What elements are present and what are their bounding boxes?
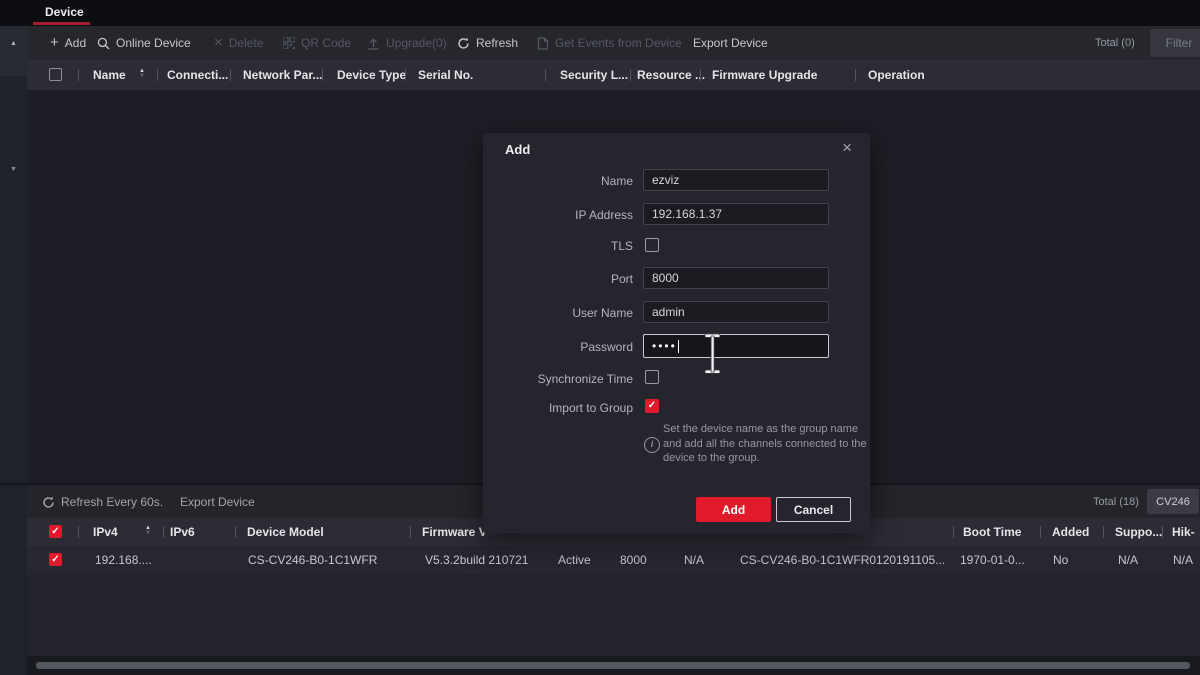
upload-icon [367,37,380,50]
plus-icon: + [50,36,59,50]
sort-desc-icon: ▼ [145,531,151,536]
device-model-filter-button[interactable]: CV246 [1147,489,1199,514]
col-name: Name [93,68,126,82]
ip-address-field[interactable] [643,203,829,225]
dialog-add-button[interactable]: Add [696,497,771,522]
qr-code-button[interactable]: QR Code [283,26,351,60]
check-icon: ✓ [51,554,59,565]
horizontal-scrollbar-thumb[interactable] [36,662,1190,669]
check-icon: ✓ [648,400,656,411]
col-support: Suppo... [1115,525,1162,539]
online-export-device-button[interactable]: Export Device [180,485,255,518]
col-firmware-upgrade: Firmware Upgrade [712,68,817,82]
refresh-icon [457,37,470,50]
cell-serial: CS-CV246-B0-1C1WFR0120191105... [740,553,945,567]
password-dots: •••• [652,339,677,353]
refresh-icon [42,496,55,509]
user-name-field[interactable] [643,301,829,323]
qr-code-icon [283,37,295,49]
online-device-row[interactable]: ✓ 192.168.... CS-CV246-B0-1C1WFR V5.3.2b… [27,546,1200,574]
device-table-header: Name ▲ ▼ Connecti... Network Par... Devi… [27,60,1200,90]
name-field[interactable] [643,169,829,191]
col-ipv4: IPv4 [93,525,118,539]
col-network: Network Par... [243,68,322,82]
search-icon [97,37,110,50]
dialog-cancel-button[interactable]: Cancel [776,497,851,522]
row-checkbox[interactable]: ✓ [49,553,62,566]
device-total-count: Total (0) [1095,26,1135,60]
cell-support: N/A [1118,553,1138,567]
add-device-dialog: Add × Name IP Address TLS Port User Name… [483,133,870,533]
collapse-up-icon[interactable]: ▲ [0,40,27,47]
col-firmware-version: Firmware V [422,525,487,539]
cell-security-status: Active [558,553,591,567]
col-added: Added [1052,525,1089,539]
close-icon[interactable]: × [836,137,858,159]
col-resource: Resource ... [637,68,705,82]
app-window: Device ▲ ▼ + Add Online Device × Delete … [0,0,1200,675]
col-operation: Operation [868,68,925,82]
sidebar-tile [0,26,27,76]
left-sidebar: ▲ ▼ [0,26,27,675]
top-tab-bar: Device [0,0,1200,26]
dialog-title: Add [505,142,530,157]
import-to-group-checkbox[interactable]: ✓ [645,399,659,413]
upgrade-button[interactable]: Upgrade(0) [367,26,447,60]
text-caret [678,340,680,353]
select-all-checkbox[interactable] [49,68,62,81]
col-security: Security L... [560,68,628,82]
col-device-type: Device Type [337,68,406,82]
tls-label: TLS [483,239,633,253]
export-device-button[interactable]: Export Device [693,26,768,60]
info-icon: i [644,437,660,453]
synchronize-time-checkbox[interactable] [645,370,659,384]
add-device-button[interactable]: + Add [50,26,86,60]
delete-x-icon: × [214,36,223,50]
user-name-label: User Name [483,306,633,320]
name-label: Name [483,174,633,188]
cell-hik: N/A [1173,553,1193,567]
refresh-every-60s-button[interactable]: Refresh Every 60s. [42,485,163,518]
filter-button[interactable]: Filter [1150,29,1200,57]
device-toolbar: + Add Online Device × Delete QR Code Upg… [27,26,1200,60]
col-ipv6: IPv6 [170,525,195,539]
import-to-group-label: Import to Group [483,401,633,415]
col-connection: Connecti... [167,68,228,82]
online-select-all-checkbox[interactable]: ✓ [49,525,62,538]
sort-desc-icon: ▼ [139,74,145,79]
tab-active-underline [33,22,90,25]
document-icon [537,37,549,50]
cell-firmware: V5.3.2build 210721 [425,553,528,567]
cell-port: 8000 [620,553,647,567]
cell-added: No [1053,553,1068,567]
tab-device[interactable]: Device [45,5,84,19]
cell-device-model: CS-CV246-B0-1C1WFR [248,553,377,567]
synchronize-time-label: Synchronize Time [483,372,633,386]
cell-boot-time: 1970-01-0... [960,553,1025,567]
cell-ipv4: 192.168.... [95,553,152,567]
expand-down-icon[interactable]: ▼ [0,166,27,173]
online-total-count: Total (18) [1093,485,1139,518]
online-device-button[interactable]: Online Device [97,26,191,60]
col-serial: Serial No. [418,68,473,82]
col-hik-connect: Hik- [1172,525,1195,539]
port-field[interactable] [643,267,829,289]
tls-checkbox[interactable] [645,238,659,252]
password-field[interactable]: •••• [643,334,829,358]
cell-na: N/A [684,553,704,567]
delete-button[interactable]: × Delete [214,26,263,60]
col-device-model: Device Model [247,525,324,539]
refresh-button[interactable]: Refresh [457,26,518,60]
online-table-empty-area [27,574,1200,656]
port-label: Port [483,272,633,286]
ip-address-label: IP Address [483,208,633,222]
check-icon: ✓ [51,526,59,537]
col-boot-time: Boot Time [963,525,1021,539]
group-info-text: Set the device name as the group name an… [663,422,875,466]
password-label: Password [483,340,633,354]
get-events-button[interactable]: Get Events from Device [537,26,682,60]
sort-ipv4-control[interactable]: ▲ ▼ [145,526,151,536]
sort-name-control[interactable]: ▲ ▼ [139,69,145,79]
